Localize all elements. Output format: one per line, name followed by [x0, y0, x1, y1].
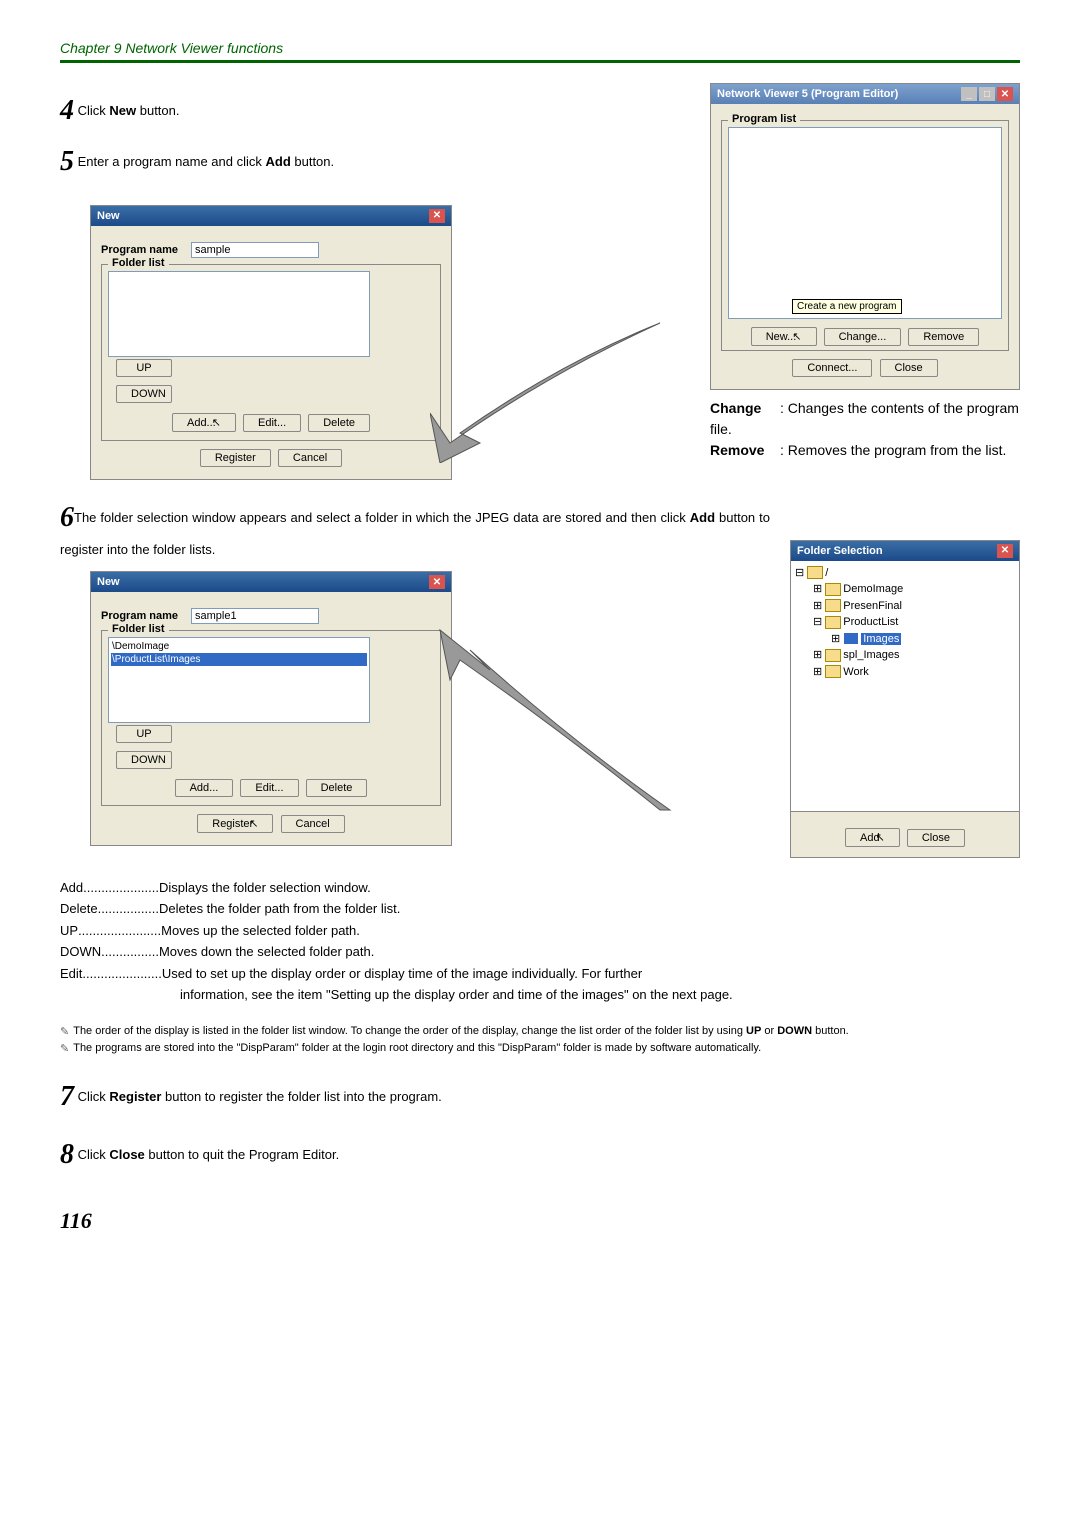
note: ✎ The order of the display is listed in …	[60, 1025, 1020, 1038]
cursor-icon: ↖	[792, 331, 801, 343]
description-row: Delete.................Deletes the folde…	[60, 899, 1020, 919]
tooltip: Create a new program	[792, 299, 902, 314]
folder-list[interactable]: \DemoImage \ProductList\Images	[108, 637, 370, 723]
cursor-icon: ↖	[876, 832, 885, 844]
close-icon[interactable]: ✕	[429, 575, 445, 589]
description-list: Add.....................Displays the fol…	[60, 878, 1020, 1005]
page-number: 116	[60, 1208, 1020, 1234]
cursor-icon: ↖	[249, 818, 258, 830]
list-item[interactable]: \ProductList\Images	[111, 653, 367, 666]
pencil-icon: ✎	[60, 1025, 69, 1038]
close-button[interactable]: Close	[907, 829, 965, 847]
program-editor-window: Network Viewer 5 (Program Editor) _ □ ✕ …	[710, 83, 1020, 390]
titlebar: New ✕	[91, 572, 451, 592]
close-icon[interactable]: ✕	[997, 87, 1013, 101]
list-item[interactable]: \DemoImage	[111, 640, 367, 653]
maximize-icon[interactable]: □	[979, 87, 995, 101]
divider	[60, 60, 1020, 63]
program-name-input[interactable]	[191, 608, 319, 624]
register-button[interactable]: Register↖	[197, 814, 273, 833]
new-dialog-2: New ✕ Program name Folder list \DemoImag…	[90, 571, 452, 846]
titlebar: Folder Selection ✕	[791, 541, 1019, 561]
delete-button[interactable]: Delete	[306, 779, 368, 797]
step-8: 8 Click Close button to quit the Program…	[60, 1133, 1020, 1178]
program-name-input[interactable]	[191, 242, 319, 258]
tree-item[interactable]: Work	[843, 666, 868, 678]
description-row: DOWN................Moves down the selec…	[60, 942, 1020, 962]
description-continuation: information, see the item "Setting up th…	[180, 985, 1020, 1005]
title: Network Viewer 5 (Program Editor)	[717, 88, 898, 100]
step-7: 7 Click Register button to register the …	[60, 1075, 1020, 1120]
up-button[interactable]: UP	[116, 359, 172, 377]
folder-tree[interactable]: ⊟ / ⊞ DemoImage ⊞ PresenFinal ⊟ ProductL…	[791, 561, 1019, 685]
register-button[interactable]: Register	[200, 449, 271, 467]
program-list[interactable]	[728, 127, 1002, 319]
step-5: 5 Enter a program name and click Add but…	[60, 140, 690, 185]
note: ✎ The programs are stored into the "Disp…	[60, 1042, 1020, 1055]
title: New	[97, 210, 120, 222]
pencil-icon: ✎	[60, 1042, 69, 1055]
down-button[interactable]: DOWN	[116, 385, 172, 403]
delete-button[interactable]: Delete	[308, 414, 370, 432]
tree-item[interactable]: ProductList	[843, 616, 898, 628]
folder-list[interactable]	[108, 271, 370, 357]
add-button[interactable]: Add...↖	[172, 413, 236, 432]
close-button[interactable]: Close	[880, 359, 938, 377]
connect-button[interactable]: Connect...	[792, 359, 872, 377]
close-icon[interactable]: ✕	[997, 544, 1013, 558]
description-row: UP.......................Moves up the se…	[60, 921, 1020, 941]
step-6: 6The folder selection window appears and…	[60, 496, 770, 562]
tree-item[interactable]: PresenFinal	[843, 600, 902, 612]
edit-button[interactable]: Edit...	[240, 779, 298, 797]
down-button[interactable]: DOWN	[116, 751, 172, 769]
cancel-button[interactable]: Cancel	[281, 815, 345, 833]
folder-selection-window: Folder Selection ✕ ⊟ / ⊞ DemoImage ⊞ Pre…	[790, 540, 1020, 858]
program-name-label: Program name	[101, 610, 191, 622]
chapter-header: Chapter 9 Network Viewer functions	[60, 40, 1020, 56]
tree-item-selected[interactable]: Images	[861, 633, 901, 645]
title: New	[97, 576, 120, 588]
cursor-icon: ↖	[212, 417, 221, 429]
description-row: Edit......................Used to set up…	[60, 964, 1020, 984]
folder-list-label: Folder list	[108, 623, 169, 635]
edit-button[interactable]: Edit...	[243, 414, 301, 432]
title: Folder Selection	[797, 545, 883, 557]
program-list-label: Program list	[728, 113, 800, 125]
description-row: Add.....................Displays the fol…	[60, 878, 1020, 898]
minimize-icon[interactable]: _	[961, 87, 977, 101]
tree-item[interactable]: /	[825, 567, 828, 579]
step-4: 4 Click New button.	[60, 89, 690, 134]
titlebar: New ✕	[91, 206, 451, 226]
new-button[interactable]: New...↖	[751, 327, 817, 346]
add-button[interactable]: Add↖	[845, 828, 900, 847]
cancel-button[interactable]: Cancel	[278, 449, 342, 467]
add-button[interactable]: Add...	[175, 779, 234, 797]
new-dialog-1: New ✕ Program name Folder list UP DOWN A	[90, 205, 452, 480]
close-icon[interactable]: ✕	[429, 209, 445, 223]
tree-item[interactable]: spl_Images	[843, 649, 899, 661]
tree-item[interactable]: DemoImage	[843, 583, 903, 595]
change-button[interactable]: Change...	[824, 328, 902, 346]
program-name-label: Program name	[101, 244, 191, 256]
remove-button[interactable]: Remove	[908, 328, 979, 346]
titlebar: Network Viewer 5 (Program Editor) _ □ ✕	[711, 84, 1019, 104]
up-button[interactable]: UP	[116, 725, 172, 743]
change-remove-desc: Change: Changes the contents of the prog…	[710, 398, 1020, 461]
folder-list-label: Folder list	[108, 257, 169, 269]
